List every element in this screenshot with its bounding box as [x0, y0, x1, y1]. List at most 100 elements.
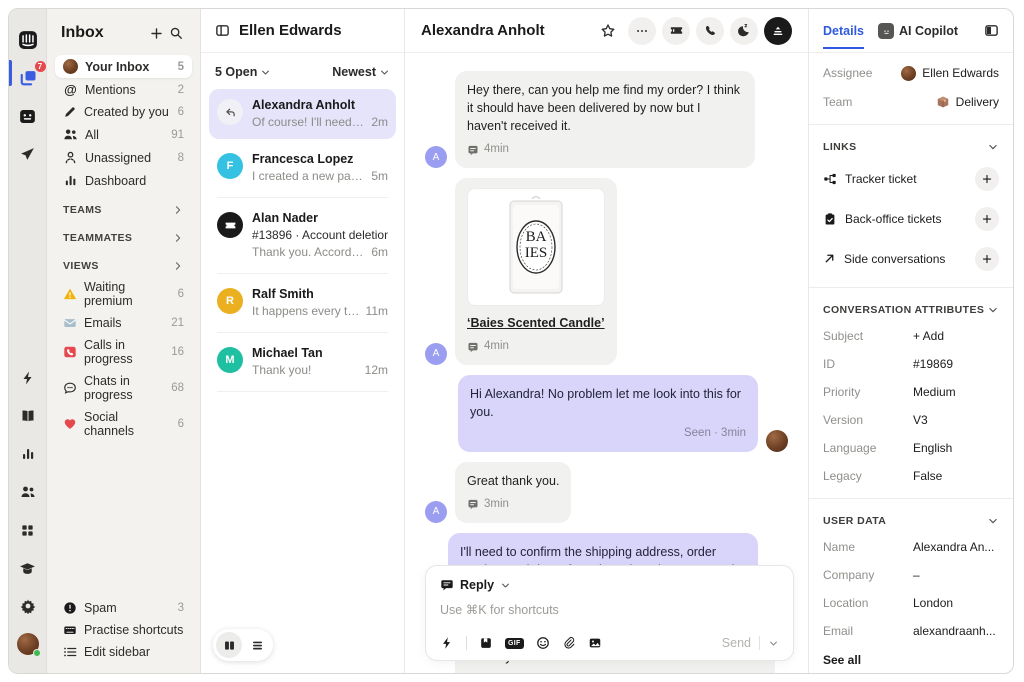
avatar: R: [217, 288, 243, 314]
conversation-name: Alan Nader: [252, 211, 388, 225]
columns-view-button[interactable]: [216, 632, 242, 658]
convert-to-ticket-button[interactable]: [662, 17, 690, 45]
sidebar-item-edit-sidebar[interactable]: Edit sidebar: [55, 641, 192, 663]
user-avatar[interactable]: [15, 631, 41, 657]
conversation-item-francesca[interactable]: F Francesca Lopez I created a new page a…: [209, 143, 396, 193]
conversation-item-alexandra[interactable]: Alexandra Anholt Of course! I'll need to…: [209, 89, 396, 139]
sidebar-item-created-by-you[interactable]: Created by you 6: [55, 101, 192, 123]
attachment-icon[interactable]: [562, 636, 576, 650]
tab-details[interactable]: Details: [823, 11, 864, 49]
see-all-link[interactable]: See all: [823, 645, 999, 669]
chat-title: Alexandra Anholt: [421, 22, 588, 39]
links-section-header[interactable]: LINKS: [823, 133, 999, 159]
chevron-right-icon: [172, 232, 184, 244]
inbox-nav-icon[interactable]: 7: [15, 65, 41, 91]
attribute-row-legacy[interactable]: Legacy False: [823, 462, 999, 490]
user-row-company: Company –: [823, 561, 999, 589]
gif-icon[interactable]: GIF: [505, 638, 524, 649]
send-button[interactable]: Send: [722, 636, 751, 650]
message-input[interactable]: Use ⌘K for shortcuts: [440, 602, 779, 636]
sort-dropdown[interactable]: Newest: [332, 65, 390, 79]
conversation-item-michael[interactable]: M Michael Tan Thank you!12m: [209, 337, 396, 387]
chevron-down-icon: [987, 304, 999, 316]
apps-icon[interactable]: [15, 517, 41, 543]
more-options-button[interactable]: [628, 17, 656, 45]
team-row[interactable]: Team Delivery: [823, 88, 999, 116]
sidebar-item-all[interactable]: All 91: [55, 123, 192, 146]
conversation-item-ralf[interactable]: R Ralf Smith It happens every time I ref…: [209, 278, 396, 328]
view-item-chats-in-progress[interactable]: Chats in progress 68: [55, 370, 192, 406]
image-upload-icon[interactable]: [588, 636, 602, 650]
open-filter-dropdown[interactable]: 5 Open: [215, 65, 271, 79]
section-teammates[interactable]: TEAMMATES: [55, 220, 192, 248]
call-button[interactable]: [696, 17, 724, 45]
sidebar-item-practise-shortcuts[interactable]: Practise shortcuts: [55, 619, 192, 641]
assignee-row[interactable]: Assignee Ellen Edwards: [823, 59, 999, 88]
close-conversation-button[interactable]: [764, 17, 792, 45]
sidebar-item-dashboard[interactable]: Dashboard: [55, 169, 192, 192]
add-tracker-ticket-button[interactable]: [975, 167, 999, 191]
macro-icon[interactable]: [479, 636, 493, 650]
add-side-conversation-button[interactable]: [975, 247, 999, 271]
search-icon[interactable]: [166, 23, 186, 43]
contacts-icon[interactable]: [15, 479, 41, 505]
view-item-emails[interactable]: Emails 21: [55, 312, 192, 334]
view-item-label: Emails: [84, 316, 122, 330]
link-side-conversations[interactable]: Side conversations: [823, 239, 999, 279]
attribute-row-priority[interactable]: Priority Medium: [823, 378, 999, 406]
view-item-waiting-premium[interactable]: Waiting premium 6: [55, 276, 192, 312]
attribute-row-version[interactable]: Version V3: [823, 406, 999, 434]
people-icon: [63, 127, 78, 142]
star-button[interactable]: [594, 17, 622, 45]
reply-chat-icon: [440, 578, 454, 592]
section-teams[interactable]: TEAMS: [55, 192, 192, 220]
knowledge-icon[interactable]: [15, 403, 41, 429]
view-item-social-channels[interactable]: Social channels 6: [55, 406, 192, 442]
link-back-office-tickets[interactable]: Back-office tickets: [823, 199, 999, 239]
sidebar-item-your-inbox[interactable]: Your Inbox 5: [55, 55, 192, 78]
sidebar-item-spam[interactable]: Spam 3: [55, 597, 192, 619]
shortcut-lightning-icon[interactable]: [440, 636, 454, 650]
pencil-icon: [63, 105, 77, 119]
send-options-chevron[interactable]: [768, 638, 779, 649]
list-view-button[interactable]: [244, 632, 270, 658]
link-tracker-ticket[interactable]: Tracker ticket: [823, 159, 999, 199]
section-views[interactable]: VIEWS: [55, 248, 192, 276]
collapse-panel-icon[interactable]: [215, 23, 230, 38]
conversation-item-alan[interactable]: Alan Nader #13896 · Account deletion Tha…: [209, 202, 396, 269]
attribute-row-subject[interactable]: Subject + Add: [823, 322, 999, 350]
toggle-details-panel-icon[interactable]: [984, 23, 999, 38]
conversation-attributes-header[interactable]: CONVERSATION ATTRIBUTES: [823, 296, 999, 322]
sidebar-item-count: 2: [178, 84, 184, 96]
reports-icon[interactable]: [15, 441, 41, 467]
intercom-logo[interactable]: [15, 27, 41, 53]
tab-ai-copilot[interactable]: AI Copilot: [878, 10, 958, 50]
emoji-icon[interactable]: [536, 636, 550, 650]
view-item-calls-in-progress[interactable]: Calls in progress 16: [55, 334, 192, 370]
team-value: Delivery: [956, 95, 999, 109]
sidebar-item-unassigned[interactable]: Unassigned 8: [55, 146, 192, 169]
snooze-button[interactable]: [730, 17, 758, 45]
chat-panel: Alexandra Anholt A Hey there, can you he…: [405, 9, 808, 673]
customer-avatar: A: [425, 146, 447, 168]
product-link[interactable]: ‘Baies Scented Candle’: [467, 316, 605, 330]
sidebar-item-mentions[interactable]: @ Mentions 2: [55, 78, 192, 101]
add-subject-button[interactable]: + Add: [913, 329, 944, 343]
new-conversation-button[interactable]: [146, 23, 166, 43]
product-image[interactable]: BA IES: [467, 188, 605, 306]
message-customer: A Great thank you. 3min: [425, 462, 788, 523]
conversation-name: Alexandra Anholt: [252, 98, 388, 112]
settings-gear-icon[interactable]: [15, 593, 41, 619]
messenger-channel-icon: [467, 341, 479, 353]
outbound-icon[interactable]: [15, 141, 41, 167]
sidebar-item-count: 5: [178, 61, 184, 73]
attribute-row-language[interactable]: Language English: [823, 434, 999, 462]
fin-ai-icon[interactable]: [15, 103, 41, 129]
copilot-robot-icon: [878, 23, 894, 39]
ticket-avatar: [217, 212, 243, 238]
user-data-header[interactable]: USER DATA: [823, 507, 999, 533]
reply-mode-dropdown[interactable]: Reply: [440, 578, 779, 592]
lightning-icon[interactable]: [15, 365, 41, 391]
academy-icon[interactable]: [15, 555, 41, 581]
add-back-office-ticket-button[interactable]: [975, 207, 999, 231]
